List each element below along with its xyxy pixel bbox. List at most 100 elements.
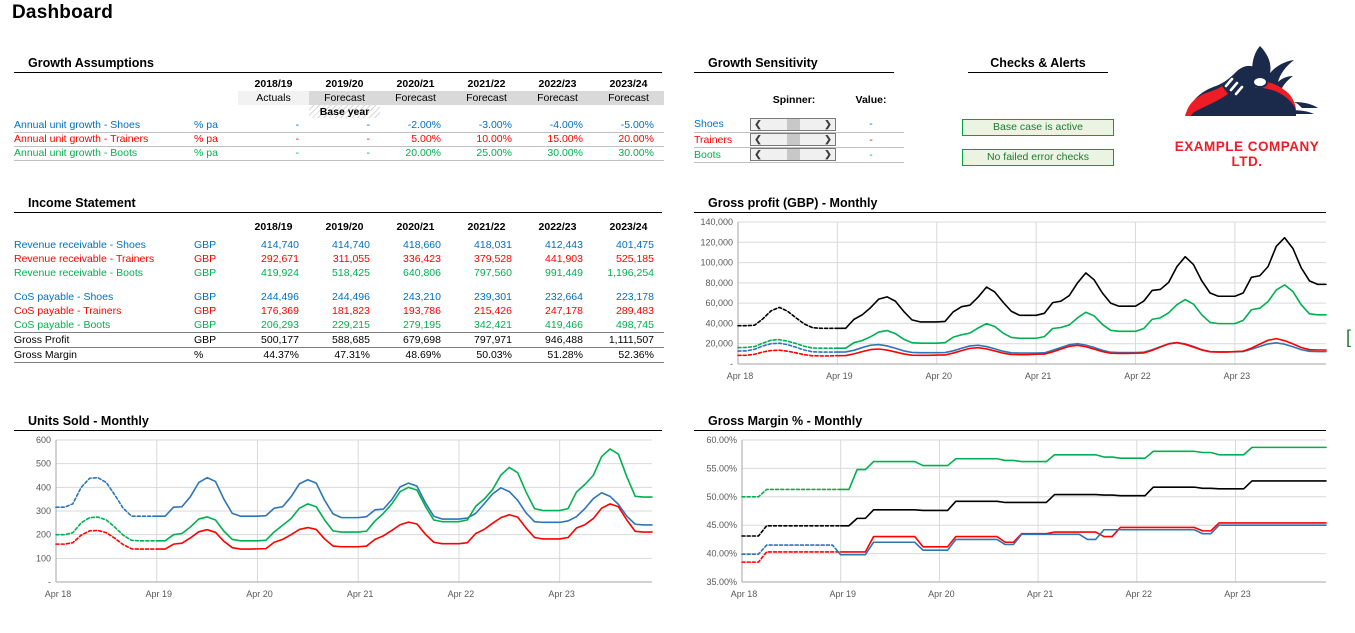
is-row-unit: GBP — [194, 305, 217, 317]
growth-assumptions-heading: Growth Assumptions — [14, 56, 662, 73]
is-cell: 412,443 — [545, 239, 583, 251]
edge-marker: [ — [1346, 327, 1352, 347]
y-tick-label: 50.00% — [706, 492, 737, 502]
series-line — [737, 306, 839, 330]
base-year-badge: Base year — [309, 105, 380, 118]
x-tick-label: Apr 19 — [829, 589, 856, 599]
is-total-cell: 1,111,507 — [608, 333, 654, 346]
y-tick-label: 100,000 — [700, 258, 733, 268]
ga-year-0: 2018/19 — [254, 77, 293, 90]
is-row-unit: GBP — [194, 291, 217, 303]
series-line — [55, 516, 158, 542]
gs-body: Shoes ❮ ❯ - Trainers ❮ ❯ - Boots ❮ ❯ - — [694, 117, 904, 162]
is-year-1: 2019/20 — [325, 221, 364, 233]
spinner-left-arrow-icon[interactable]: ❮ — [751, 134, 765, 145]
units-sold-chart-title: Units Sold - Monthly — [14, 414, 662, 431]
spinner-left-arrow-icon[interactable]: ❮ — [751, 149, 765, 160]
y-tick-label: 140,000 — [700, 217, 733, 227]
x-tick-label: Apr 19 — [145, 589, 172, 599]
spinner-thumb[interactable] — [786, 134, 800, 145]
is-row-unit: GBP — [194, 267, 217, 279]
y-tick-label: 600 — [36, 435, 51, 445]
x-tick-label: Apr 21 — [1027, 589, 1054, 599]
is-total-cell: 679,698 — [403, 333, 441, 346]
is-cell: 229,215 — [332, 318, 370, 331]
table-row: Revenue receivable - Shoes GBP 414,740 414,… — [14, 238, 664, 252]
x-tick-label: Apr 18 — [45, 589, 72, 599]
is-cell: 181,823 — [332, 305, 370, 317]
ga-cell: 5.00% — [411, 133, 441, 145]
is-cell: 797,560 — [474, 267, 512, 279]
is-total-cell: 48.69% — [405, 348, 441, 361]
is-year-0: 2018/19 — [254, 221, 293, 233]
is-cell: 419,924 — [261, 267, 299, 279]
y-tick-label: 400 — [36, 482, 51, 492]
units-sold-chart: - 100 200 300 400 500 600 Apr 18 Apr 19 Apr 20 Apr… — [8, 432, 664, 622]
table-row: Revenue receivable - Trainers GBP 292,671 3… — [14, 252, 664, 266]
checks-alerts-panel: Base case is active No failed error chec… — [962, 119, 1114, 166]
is-cell: 239,301 — [474, 291, 512, 303]
spinner-right-arrow-icon[interactable]: ❯ — [821, 134, 835, 145]
gs-row-label: Boots — [694, 148, 721, 161]
spinner-right-arrow-icon[interactable]: ❯ — [821, 149, 835, 160]
income-statement-heading: Income Statement — [14, 196, 662, 213]
spinner-trainers[interactable]: ❮ ❯ — [750, 133, 836, 146]
is-total-label: Gross Profit — [14, 333, 70, 346]
growth-sensitivity-heading: Growth Sensitivity — [694, 56, 894, 73]
ga-year-3: 2021/22 — [467, 77, 506, 90]
logo-line-2: LTD. — [1231, 154, 1263, 169]
table-row: Revenue receivable - Boots GBP 419,924 518,… — [14, 266, 664, 280]
is-cell: 215,426 — [474, 305, 512, 317]
x-tick-label: Apr 22 — [448, 589, 475, 599]
is-cell: 418,660 — [403, 239, 441, 251]
is-cell: 991,449 — [545, 267, 583, 279]
spinner-thumb[interactable] — [786, 118, 800, 130]
is-cell — [593, 280, 664, 290]
is-total-unit: % — [194, 348, 204, 361]
y-tick-label: 40,000 — [705, 318, 733, 328]
ga-cell: - — [295, 118, 300, 131]
is-year-3: 2021/22 — [467, 221, 506, 233]
chart-svg: - 100 200 300 400 500 600 Apr 18 Apr 19 Apr 20 Apr… — [36, 435, 653, 599]
is-row-unit: GBP — [194, 318, 217, 331]
spinner-boots[interactable]: ❮ ❯ — [750, 148, 836, 161]
spinner-thumb[interactable] — [786, 149, 800, 160]
x-tick-label: Apr 21 — [347, 589, 374, 599]
is-total-cell: 51.28% — [547, 348, 583, 361]
spinner-left-arrow-icon[interactable]: ❮ — [751, 119, 765, 130]
table-row: Annual unit growth - Shoes % pa - - -2.00% -3… — [14, 118, 664, 132]
gross-margin-chart-title: Gross Margin % - Monthly — [694, 414, 1326, 431]
is-cell: 414,740 — [261, 239, 299, 251]
is-cell: 206,293 — [261, 318, 299, 331]
spinner-right-arrow-icon[interactable]: ❯ — [821, 119, 835, 130]
x-tick-label: Apr 23 — [1224, 371, 1251, 381]
logo-line-1: EXAMPLE COMPANY — [1174, 139, 1320, 154]
series-line — [839, 524, 1327, 556]
gross-margin-chart: 35.00% 40.00% 45.00% 50.00% 55.00% 60.00% Apr … — [686, 432, 1334, 622]
ga-type-3: Forecast — [451, 91, 522, 105]
income-statement-table: 2018/19 2019/20 2020/21 2021/22 2022/23 … — [14, 216, 664, 363]
series-line — [737, 349, 839, 357]
is-total-cell: 797,971 — [474, 333, 512, 346]
x-tick-label: Apr 19 — [826, 371, 853, 381]
x-tick-label: Apr 18 — [727, 371, 754, 381]
growth-assumptions-table: 2018/19 2019/20 2020/21 2021/22 2022/23 … — [14, 76, 664, 161]
ga-row-unit: % pa — [194, 133, 218, 145]
table-row: CoS payable - Boots GBP 206,293 229,215 279,… — [14, 318, 664, 332]
spinner-shoes[interactable]: ❮ ❯ — [750, 117, 836, 131]
ga-cell: - — [366, 133, 371, 145]
y-tick-label: 45.00% — [706, 520, 737, 530]
is-total-cell: 44.37% — [263, 348, 299, 361]
is-row-label: CoS payable - Trainers — [14, 305, 122, 317]
table-row: Boots ❮ ❯ - — [694, 147, 904, 162]
is-cell: 193,786 — [403, 305, 441, 317]
ga-cell: -5.00% — [620, 118, 654, 131]
is-cell: 401,475 — [616, 239, 654, 251]
y-tick-label: 200 — [36, 530, 51, 540]
growth-sensitivity-panel: Spinner: Value: Shoes ❮ ❯ - Trainers ❮ ❯ - Boots… — [694, 90, 904, 163]
gs-spinner-cell: ❮ ❯ — [750, 132, 838, 147]
series-line — [155, 476, 653, 526]
gs-value: - — [869, 118, 873, 131]
ga-year-5: 2023/24 — [609, 77, 648, 90]
gs-col-value: Value: — [855, 93, 887, 106]
